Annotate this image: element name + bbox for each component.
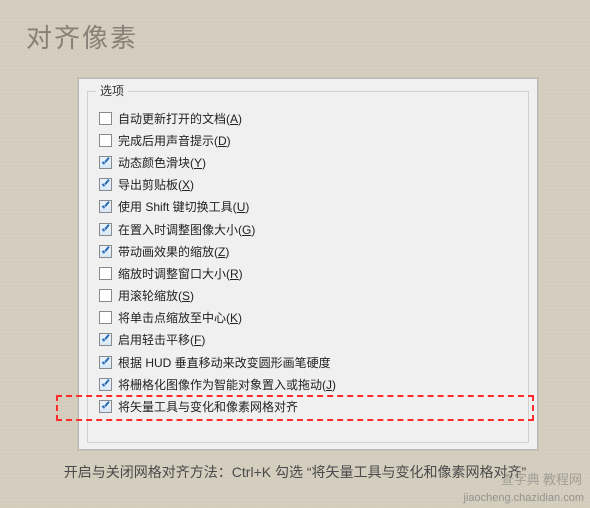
- watermark-text-2: jiaocheng.chazidian.com: [464, 492, 584, 504]
- option-row: 根据 HUD 垂直移动来改变圆形画笔硬度: [99, 351, 525, 373]
- option-row: 动态颜色滑块(Y): [99, 151, 525, 173]
- options-panel: 选项 自动更新打开的文档(A) 完成后用声音提示(D) 动态颜色滑块(Y) 导出剪贴板…: [78, 78, 538, 450]
- option-label[interactable]: 带动画效果的缩放(Z): [118, 243, 229, 260]
- page-title: 对齐像素: [0, 0, 590, 55]
- option-label[interactable]: 在置入时调整图像大小(G): [118, 221, 255, 238]
- option-row: 将栅格化图像作为智能对象置入或拖动(J): [99, 373, 525, 395]
- option-row: 用滚轮缩放(S): [99, 285, 525, 307]
- option-label[interactable]: 完成后用声音提示(D): [118, 132, 231, 149]
- option-label[interactable]: 用滚轮缩放(S): [118, 287, 194, 304]
- checkbox[interactable]: [99, 156, 112, 169]
- checkbox[interactable]: [99, 333, 112, 346]
- option-row: 完成后用声音提示(D): [99, 129, 525, 151]
- option-list: 自动更新打开的文档(A) 完成后用声音提示(D) 动态颜色滑块(Y) 导出剪贴板(X)…: [99, 107, 525, 418]
- checkbox[interactable]: [99, 311, 112, 324]
- checkbox[interactable]: [99, 112, 112, 125]
- option-label[interactable]: 自动更新打开的文档(A): [118, 110, 242, 127]
- option-label[interactable]: 将栅格化图像作为智能对象置入或拖动(J): [118, 376, 336, 393]
- option-row: 导出剪贴板(X): [99, 174, 525, 196]
- checkbox[interactable]: [99, 356, 112, 369]
- option-label[interactable]: 导出剪贴板(X): [118, 176, 194, 193]
- checkbox[interactable]: [99, 178, 112, 191]
- checkbox[interactable]: [99, 200, 112, 213]
- checkbox[interactable]: [99, 289, 112, 302]
- checkbox[interactable]: [99, 400, 112, 413]
- option-row: 将单击点缩放至中心(K): [99, 307, 525, 329]
- group-legend: 选项: [96, 82, 128, 99]
- option-row: 自动更新打开的文档(A): [99, 107, 525, 129]
- option-label[interactable]: 动态颜色滑块(Y): [118, 154, 206, 171]
- option-label[interactable]: 缩放时调整窗口大小(R): [118, 265, 243, 282]
- option-label[interactable]: 使用 Shift 键切换工具(U): [118, 198, 249, 215]
- checkbox[interactable]: [99, 267, 112, 280]
- checkbox[interactable]: [99, 223, 112, 236]
- option-label[interactable]: 启用轻击平移(F): [118, 331, 205, 348]
- option-row: 缩放时调整窗口大小(R): [99, 262, 525, 284]
- watermark-text-1: 查字典 教程网: [501, 469, 582, 488]
- option-row: 使用 Shift 键切换工具(U): [99, 196, 525, 218]
- option-row: 在置入时调整图像大小(G): [99, 218, 525, 240]
- option-row: 带动画效果的缩放(Z): [99, 240, 525, 262]
- option-label[interactable]: 根据 HUD 垂直移动来改变圆形画笔硬度: [118, 354, 331, 371]
- option-row: 启用轻击平移(F): [99, 329, 525, 351]
- checkbox[interactable]: [99, 245, 112, 258]
- checkbox[interactable]: [99, 378, 112, 391]
- option-label[interactable]: 将单击点缩放至中心(K): [118, 309, 242, 326]
- checkbox[interactable]: [99, 134, 112, 147]
- option-row: 将矢量工具与变化和像素网格对齐: [99, 395, 525, 417]
- option-label[interactable]: 将矢量工具与变化和像素网格对齐: [118, 398, 298, 415]
